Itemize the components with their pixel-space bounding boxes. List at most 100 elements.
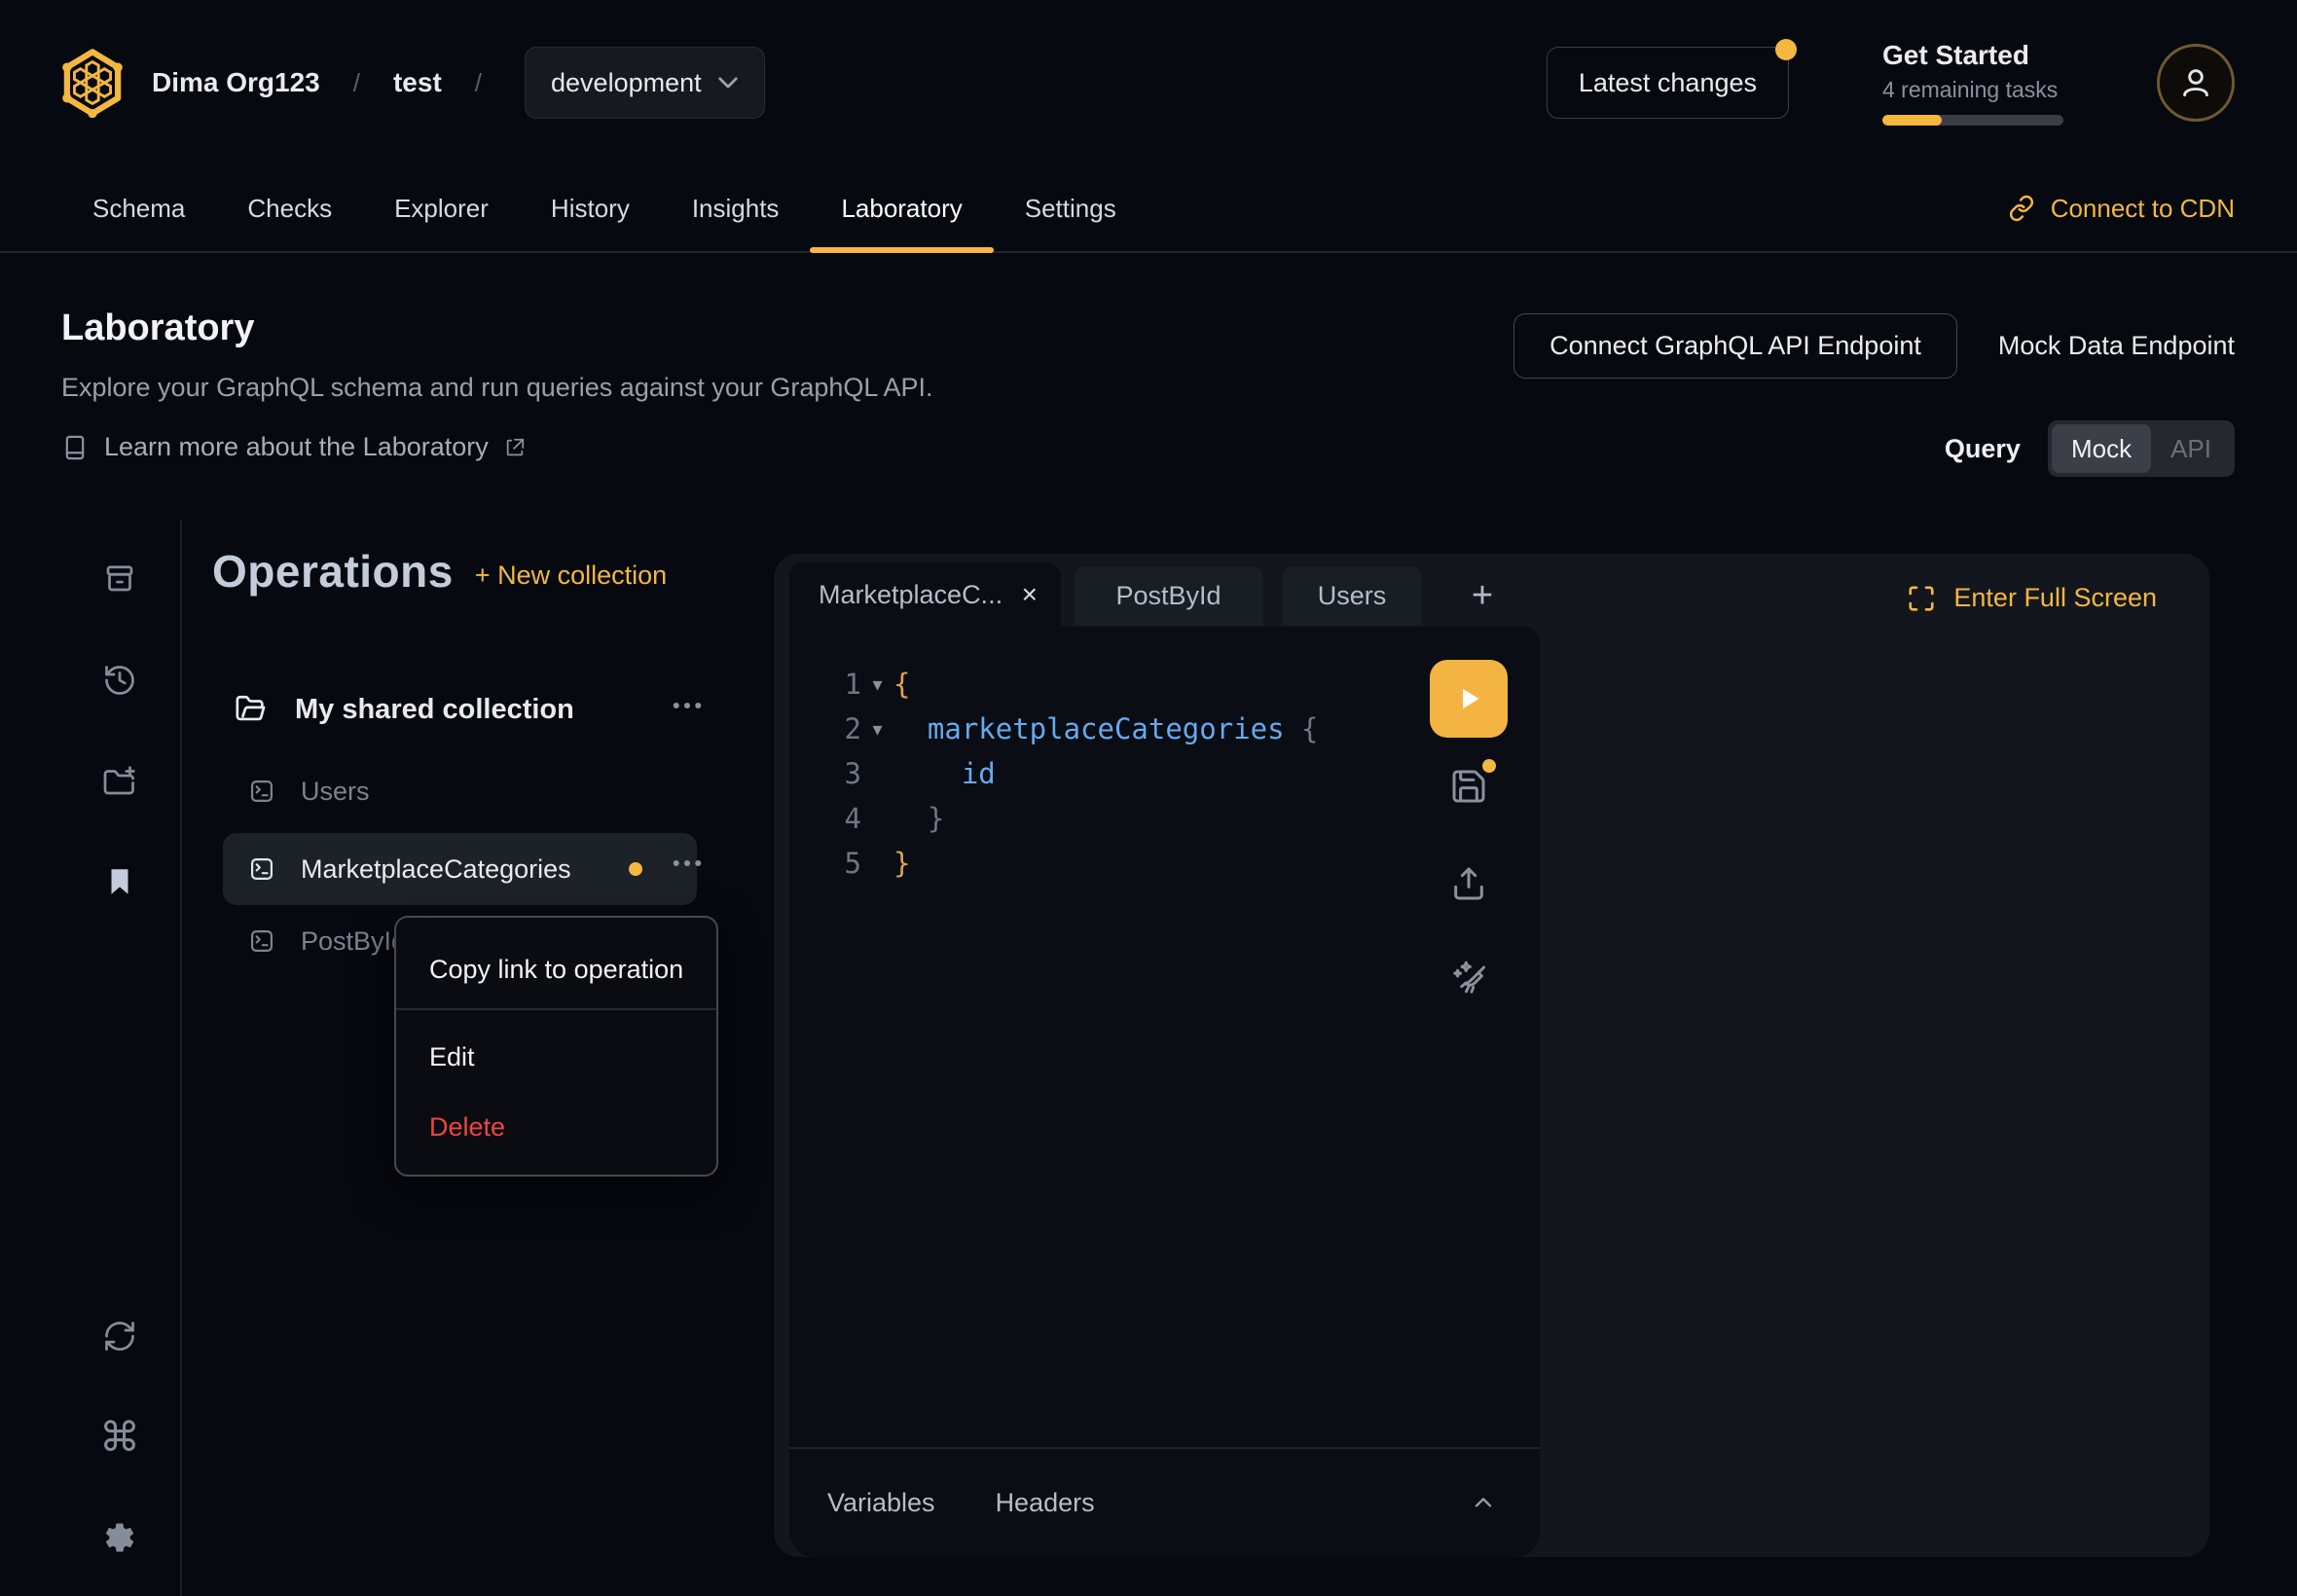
connect-endpoint-button[interactable]: Connect GraphQL API Endpoint bbox=[1513, 313, 1957, 379]
gear-icon[interactable] bbox=[102, 1520, 137, 1555]
fold-arrow-icon[interactable]: ▾ bbox=[861, 672, 893, 696]
new-collection-button[interactable]: + New collection bbox=[475, 561, 667, 591]
refresh-icon[interactable] bbox=[102, 1319, 137, 1354]
operations-panel: Operations + New collection My shared co… bbox=[212, 545, 738, 598]
header-right: Latest changes Get Started 4 remaining t… bbox=[1547, 40, 2235, 126]
operation-terminal-icon bbox=[248, 855, 275, 883]
new-collection-folder-icon[interactable] bbox=[102, 764, 137, 799]
operation-item-users[interactable]: Users bbox=[223, 755, 697, 827]
operation-label: MarketplaceCategories bbox=[301, 854, 571, 885]
collection-name: My shared collection bbox=[295, 694, 574, 726]
close-icon[interactable]: × bbox=[1022, 581, 1038, 608]
get-started-widget[interactable]: Get Started 4 remaining tasks bbox=[1882, 40, 2063, 126]
progress-fill bbox=[1882, 115, 1942, 126]
code-line: 3 id bbox=[789, 751, 1423, 796]
tab-explorer[interactable]: Explorer bbox=[363, 165, 520, 251]
tab-history[interactable]: History bbox=[520, 165, 661, 251]
headers-tab[interactable]: Headers bbox=[996, 1488, 1095, 1518]
breadcrumb-separator: / bbox=[353, 68, 360, 98]
unsaved-changes-dot bbox=[1482, 759, 1496, 773]
history-icon[interactable] bbox=[102, 663, 137, 698]
mock-endpoint-link[interactable]: Mock Data Endpoint bbox=[1998, 331, 2235, 361]
page-head: Laboratory Explore your GraphQL schema a… bbox=[61, 253, 2235, 516]
operation-item-marketplace-categories[interactable]: MarketplaceCategories bbox=[223, 833, 697, 905]
operation-context-menu: Copy link to operation Edit Delete bbox=[394, 916, 718, 1177]
editor-tab-users[interactable]: Users bbox=[1282, 566, 1422, 626]
main-nav: Schema Checks Explorer History Insights … bbox=[0, 165, 2297, 253]
learn-more-link[interactable]: Learn more about the Laboratory bbox=[61, 432, 2235, 462]
tab-checks[interactable]: Checks bbox=[216, 165, 363, 251]
collection-menu-button[interactable] bbox=[673, 701, 702, 710]
prettify-broom-icon[interactable] bbox=[1447, 958, 1490, 1000]
tab-settings[interactable]: Settings bbox=[994, 165, 1148, 251]
enter-fullscreen-label: Enter Full Screen bbox=[1953, 583, 2157, 613]
code-area[interactable]: 1 ▾ { 2 ▾ marketplaceCategories { 3 id 4… bbox=[789, 662, 1423, 886]
editor-bottom-bar: Variables Headers bbox=[789, 1447, 1540, 1557]
get-started-subtitle: 4 remaining tasks bbox=[1882, 77, 2063, 103]
editor-tab-marketplace[interactable]: MarketplaceC... × bbox=[789, 562, 1061, 627]
rail-divider bbox=[180, 520, 182, 1596]
breadcrumb-project[interactable]: test bbox=[393, 67, 442, 98]
endpoint-actions: Connect GraphQL API Endpoint Mock Data E… bbox=[1513, 313, 2235, 379]
get-started-progressbar bbox=[1882, 115, 2063, 126]
external-link-icon bbox=[504, 437, 526, 458]
folder-open-icon bbox=[235, 693, 268, 726]
brand-breadcrumb: Dima Org123 / test / development bbox=[60, 47, 765, 119]
query-editor[interactable]: 1 ▾ { 2 ▾ marketplaceCategories { 3 id 4… bbox=[789, 627, 1540, 1557]
expand-icon bbox=[1907, 584, 1936, 613]
tab-schema[interactable]: Schema bbox=[61, 165, 216, 251]
operation-label: Users bbox=[301, 777, 370, 807]
save-operation-button[interactable] bbox=[1449, 767, 1488, 806]
operations-title: Operations bbox=[212, 545, 454, 598]
tab-laboratory[interactable]: Laboratory bbox=[810, 165, 993, 251]
menu-item-delete[interactable]: Delete bbox=[429, 1112, 505, 1143]
variables-tab[interactable]: Variables bbox=[827, 1488, 935, 1518]
latest-changes-label: Latest changes bbox=[1579, 68, 1757, 98]
code-line: 5 } bbox=[789, 841, 1423, 886]
unsaved-changes-dot bbox=[629, 862, 642, 876]
fold-arrow-icon[interactable]: ▾ bbox=[861, 717, 893, 741]
get-started-title: Get Started bbox=[1882, 40, 2063, 71]
book-icon bbox=[61, 434, 89, 461]
user-avatar[interactable] bbox=[2157, 44, 2235, 122]
query-mode-toggle: Mock API bbox=[2048, 420, 2235, 477]
learn-more-label: Learn more about the Laboratory bbox=[104, 432, 489, 462]
tab-insights[interactable]: Insights bbox=[661, 165, 811, 251]
menu-item-copy-link[interactable]: Copy link to operation bbox=[429, 955, 683, 985]
link-icon bbox=[2008, 195, 2035, 222]
target-dropdown[interactable]: development bbox=[525, 47, 765, 119]
query-mode-row: Query Mock API bbox=[1945, 420, 2235, 477]
operations-header: Operations + New collection bbox=[212, 545, 738, 598]
target-dropdown-value: development bbox=[551, 68, 702, 98]
operation-terminal-icon bbox=[248, 927, 275, 955]
menu-divider bbox=[396, 1008, 716, 1010]
docs-archive-icon[interactable] bbox=[102, 561, 137, 596]
editor-tab-post-by-id[interactable]: PostById bbox=[1074, 566, 1263, 626]
operation-label: PostById bbox=[301, 926, 406, 957]
app-header: Dima Org123 / test / development Latest … bbox=[60, 0, 2235, 165]
mode-mock-option[interactable]: Mock bbox=[2052, 424, 2151, 473]
notification-dot bbox=[1775, 39, 1797, 60]
command-shortcuts-icon[interactable]: ⌘ bbox=[102, 1420, 137, 1455]
share-operation-button[interactable] bbox=[1449, 864, 1488, 903]
connect-cdn-label: Connect to CDN bbox=[2051, 194, 2235, 224]
breadcrumb-separator: / bbox=[475, 68, 482, 98]
breadcrumb-org[interactable]: Dima Org123 bbox=[152, 67, 320, 98]
run-query-button[interactable] bbox=[1430, 660, 1508, 738]
add-tab-button[interactable]: + bbox=[1455, 566, 1510, 626]
laboratory-workspace-panel: Enter Full Screen MarketplaceC... × Post… bbox=[774, 554, 2209, 1557]
bookmark-icon[interactable] bbox=[102, 864, 137, 899]
code-line: 4 } bbox=[789, 796, 1423, 841]
enter-fullscreen-button[interactable]: Enter Full Screen bbox=[1907, 583, 2157, 613]
hive-logo-icon[interactable] bbox=[60, 48, 125, 118]
play-icon bbox=[1451, 681, 1486, 716]
connect-cdn-link[interactable]: Connect to CDN bbox=[2008, 194, 2235, 224]
chevron-up-icon[interactable] bbox=[1470, 1490, 1497, 1517]
code-line: 1 ▾ { bbox=[789, 662, 1423, 707]
operation-menu-button[interactable] bbox=[673, 858, 702, 868]
menu-item-edit[interactable]: Edit bbox=[429, 1042, 475, 1072]
mode-api-option[interactable]: API bbox=[2151, 424, 2231, 473]
latest-changes-button[interactable]: Latest changes bbox=[1547, 47, 1789, 119]
collection-header[interactable]: My shared collection bbox=[235, 693, 718, 726]
code-line: 2 ▾ marketplaceCategories { bbox=[789, 707, 1423, 751]
